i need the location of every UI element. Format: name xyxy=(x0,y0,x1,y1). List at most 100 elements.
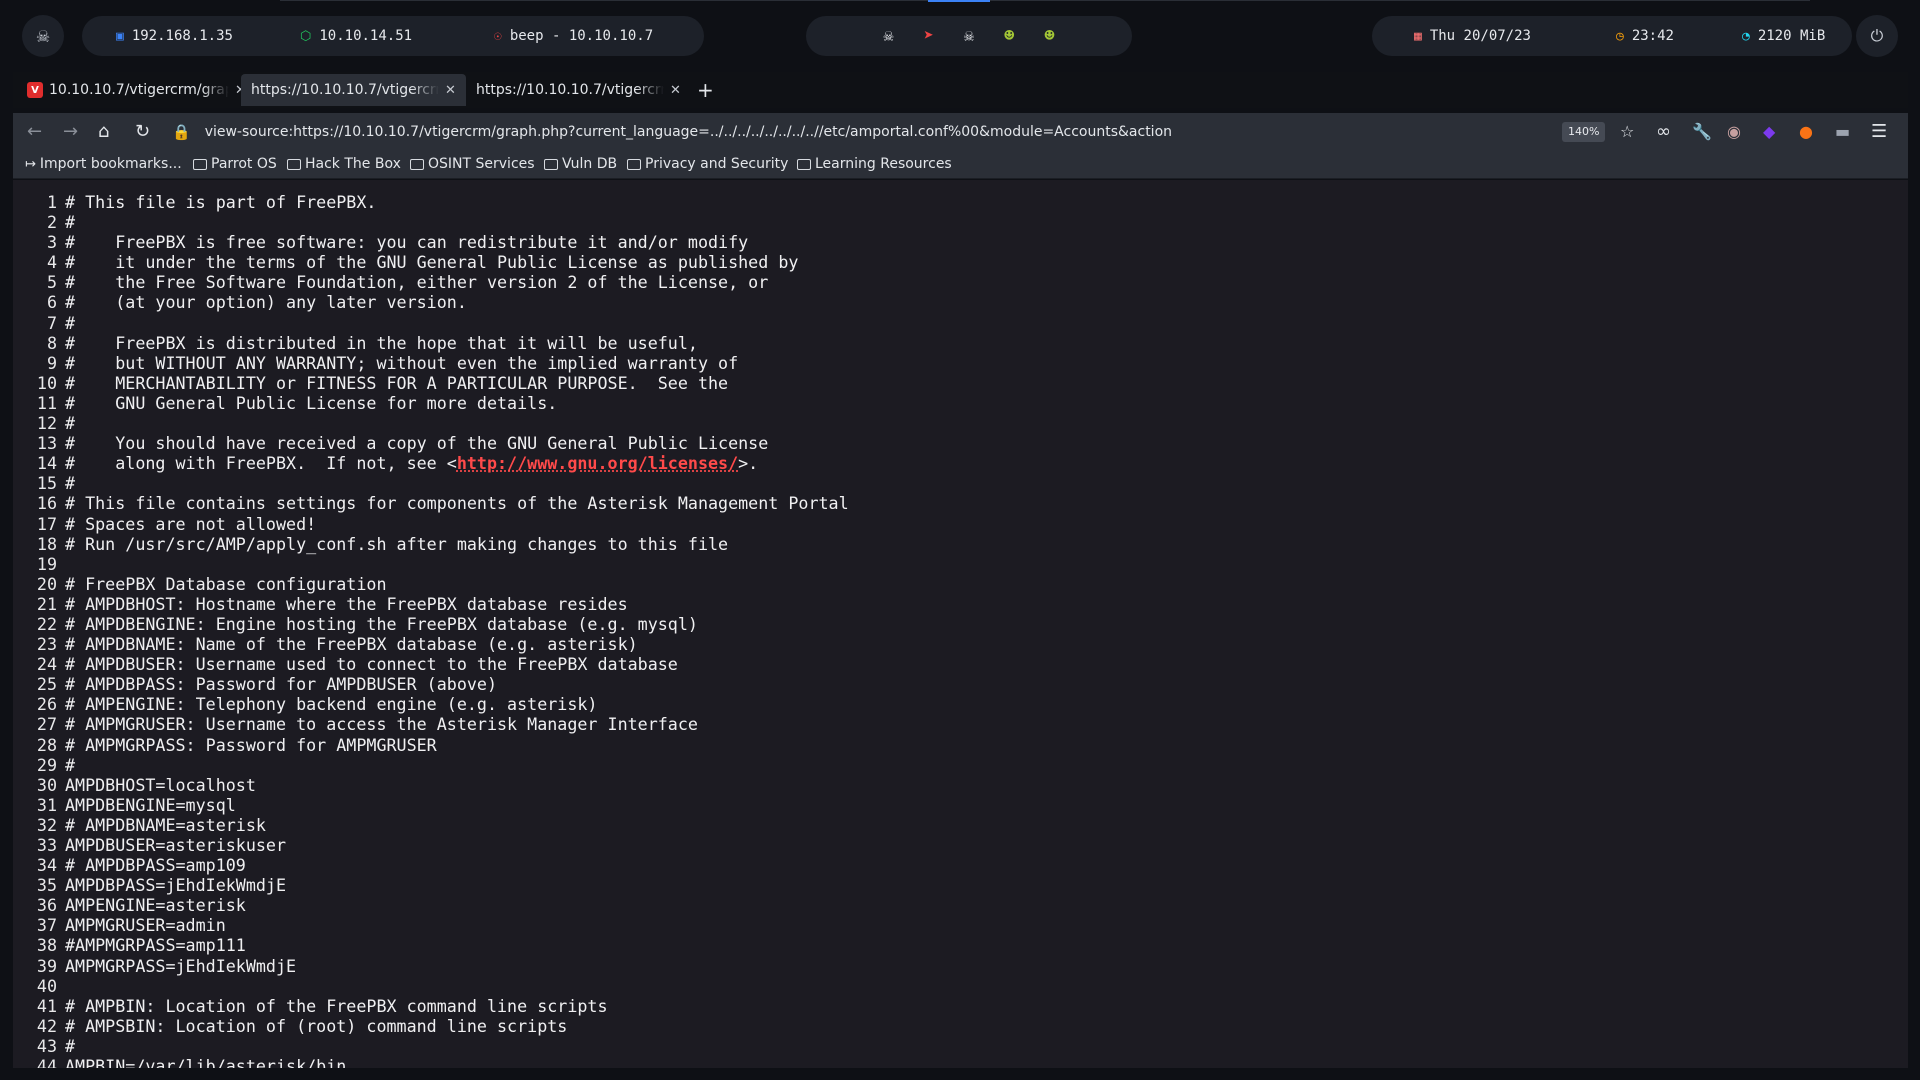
memory-widget[interactable]: ◔ 2120 MiB xyxy=(1742,16,1825,56)
line-text: # xyxy=(65,312,76,333)
source-line: 44 AMPBIN=/var/lib/asterisk/bin xyxy=(13,1056,849,1068)
local-ip-text: 192.168.1.35 xyxy=(131,28,233,44)
menu-button[interactable]: ☠ xyxy=(22,15,64,57)
vpn-ip-widget[interactable]: ⬡ 10.10.14.51 xyxy=(300,16,480,56)
source-line: 20 # FreePBX Database configuration xyxy=(13,574,849,594)
bookmark-parrot-os[interactable]: Parrot OS xyxy=(193,156,277,172)
line-text: # AMPDBNAME: Name of the FreePBX databas… xyxy=(65,634,638,655)
line-text: AMPDBUSER=asteriskuser xyxy=(65,835,287,855)
tab-graph[interactable]: V 10.10.10.7/vtigercrm/graph.php ✕ xyxy=(17,74,256,106)
line-number: 21 xyxy=(36,593,57,614)
source-line: 37 AMPMGRUSER=admin xyxy=(13,915,849,935)
home-button[interactable]: ⌂ xyxy=(98,121,109,143)
source-line: 25 # AMPDBPASS: Password for AMPDBUSER (a… xyxy=(13,674,849,694)
shield-icon: ⬡ xyxy=(300,28,312,44)
bookmark-star-icon[interactable]: ☆ xyxy=(1620,122,1634,142)
lock-icon[interactable]: 🔒 xyxy=(172,124,191,140)
line-text: # AMPSBIN: Location of (root) command li… xyxy=(65,1015,568,1036)
bookmark-hack-the-box[interactable]: Hack The Box xyxy=(287,156,401,172)
line-text: # xyxy=(65,212,76,233)
line-number: 34 xyxy=(36,855,57,876)
bottom-edge xyxy=(0,1068,1920,1080)
source-line: 17 # Spaces are not allowed! xyxy=(13,514,849,534)
url-bar[interactable]: 🔒 view-source:https://10.10.10.7/vtigerc… xyxy=(172,118,1572,146)
skull-icon[interactable]: ☠ xyxy=(883,26,893,46)
line-number: 19 xyxy=(36,553,57,574)
tab-vtigercrm-active[interactable]: https://10.10.10.7/vtigercrm/ ✕ xyxy=(241,74,466,106)
target-widget[interactable]: ☉ beep - 10.10.10.7 xyxy=(494,16,653,56)
line-text: # AMPBIN: Location of the FreePBX comman… xyxy=(65,995,608,1016)
invader-icon[interactable]: ☻ xyxy=(1004,26,1014,46)
source-line: 6 # (at your option) any later version. xyxy=(13,292,849,312)
close-icon[interactable]: ✕ xyxy=(670,83,681,98)
memory-text: 2120 MiB xyxy=(1757,28,1826,44)
gnu-licenses-link[interactable]: http://www.gnu.org/licenses/ xyxy=(457,453,738,473)
new-tab-button[interactable]: + xyxy=(697,78,714,102)
bookmark-vuln-db[interactable]: Vuln DB xyxy=(544,156,617,172)
extension-icon[interactable]: ● xyxy=(1799,122,1813,142)
line-number: 30 xyxy=(36,774,57,795)
date-text: Thu 20/07/23 xyxy=(1429,28,1531,44)
bookmarks-toolbar: ↦ Import bookmarks... Parrot OS Hack The… xyxy=(13,151,1908,179)
power-button[interactable]: ⏻ xyxy=(1856,15,1898,57)
source-line: 15 # xyxy=(13,473,849,493)
close-icon[interactable]: ✕ xyxy=(445,83,456,98)
line-text: # AMPMGRUSER: Username to access the Ast… xyxy=(65,714,698,735)
bookmark-learning-resources[interactable]: Learning Resources xyxy=(797,156,952,172)
zoom-indicator[interactable]: 140% xyxy=(1562,122,1606,142)
line-number: 36 xyxy=(36,895,57,916)
bookmark-import[interactable]: ↦ Import bookmarks... xyxy=(25,156,182,172)
line-number: 33 xyxy=(36,835,57,855)
line-text: # xyxy=(65,413,76,434)
line-text: AMPENGINE=asterisk xyxy=(65,895,246,916)
line-number: 4 xyxy=(46,252,57,273)
time-widget[interactable]: ◷ 23:42 xyxy=(1616,16,1716,56)
line-text: AMPDBHOST=localhost xyxy=(65,774,256,795)
line-number: 44 xyxy=(36,1056,57,1068)
line-text: # it under the terms of the GNU General … xyxy=(65,252,799,273)
line-text: # GNU General Public License for more de… xyxy=(65,392,558,413)
line-text: # AMPDBPASS: Password for AMPDBUSER (abo… xyxy=(65,674,498,695)
wrench-icon[interactable]: 🔧 xyxy=(1692,122,1712,142)
rocket-icon[interactable]: ➤ xyxy=(924,26,934,46)
date-widget[interactable]: ▦ Thu 20/07/23 xyxy=(1414,16,1590,56)
source-line: 40 xyxy=(13,976,849,996)
back-button[interactable]: ← xyxy=(27,121,42,143)
source-line: 22 # AMPDBENGINE: Engine hosting the Free… xyxy=(13,614,849,634)
extension-icon[interactable]: ▬ xyxy=(1835,122,1850,142)
line-number: 13 xyxy=(36,433,57,454)
extension-icon[interactable]: ◉ xyxy=(1727,122,1741,142)
network-pill: ▣ 192.168.1.35 ⬡ 10.10.14.51 ☉ beep - 10… xyxy=(82,16,704,56)
time-text: 23:42 xyxy=(1631,28,1674,44)
tab-strip: V 10.10.10.7/vtigercrm/graph.php ✕ https… xyxy=(13,72,1908,108)
source-line: 30 AMPDBHOST=localhost xyxy=(13,775,849,795)
line-text: # AMPDBPASS=amp109 xyxy=(65,855,246,876)
invader-icon[interactable]: ☻ xyxy=(1044,26,1054,46)
folder-icon xyxy=(797,158,811,170)
source-line: 33 AMPDBUSER=asteriskuser xyxy=(13,835,849,855)
line-text: # along with FreePBX. If not, see <http:… xyxy=(65,453,758,473)
tab-vtigercrm[interactable]: https://10.10.10.7/vtigercrm/ ✕ xyxy=(466,74,691,106)
folder-icon xyxy=(410,158,424,170)
source-line: 18 # Run /usr/src/AMP/apply_conf.sh after… xyxy=(13,534,849,554)
hamburger-menu-icon[interactable]: ☰ xyxy=(1871,122,1887,142)
foxyproxy-icon[interactable]: ∞ xyxy=(1656,122,1671,142)
bookmark-osint-services[interactable]: OSINT Services xyxy=(410,156,535,172)
forward-button[interactable]: → xyxy=(63,121,78,143)
line-number: 1 xyxy=(46,192,57,212)
skull-icon[interactable]: ☠ xyxy=(964,26,974,46)
memory-icon: ◔ xyxy=(1742,28,1750,44)
bookmark-privacy-security[interactable]: Privacy and Security xyxy=(627,156,788,172)
folder-icon xyxy=(627,158,641,170)
tab-label: https://10.10.10.7/vtigercrm/ xyxy=(251,82,439,98)
line-number: 17 xyxy=(36,513,57,534)
source-line: 8 # FreePBX is distributed in the hope th… xyxy=(13,333,849,353)
line-text: # xyxy=(65,754,76,775)
system-panel: ☠ ▣ 192.168.1.35 ⬡ 10.10.14.51 ☉ beep - … xyxy=(0,0,1920,70)
source-line: 19 xyxy=(13,554,849,574)
extension-icon[interactable]: ◆ xyxy=(1763,122,1775,142)
line-number: 15 xyxy=(36,473,57,494)
local-ip-widget[interactable]: ▣ 192.168.1.35 xyxy=(116,16,276,56)
vtiger-favicon-icon: V xyxy=(27,82,43,98)
reload-button[interactable]: ↻ xyxy=(135,121,150,143)
